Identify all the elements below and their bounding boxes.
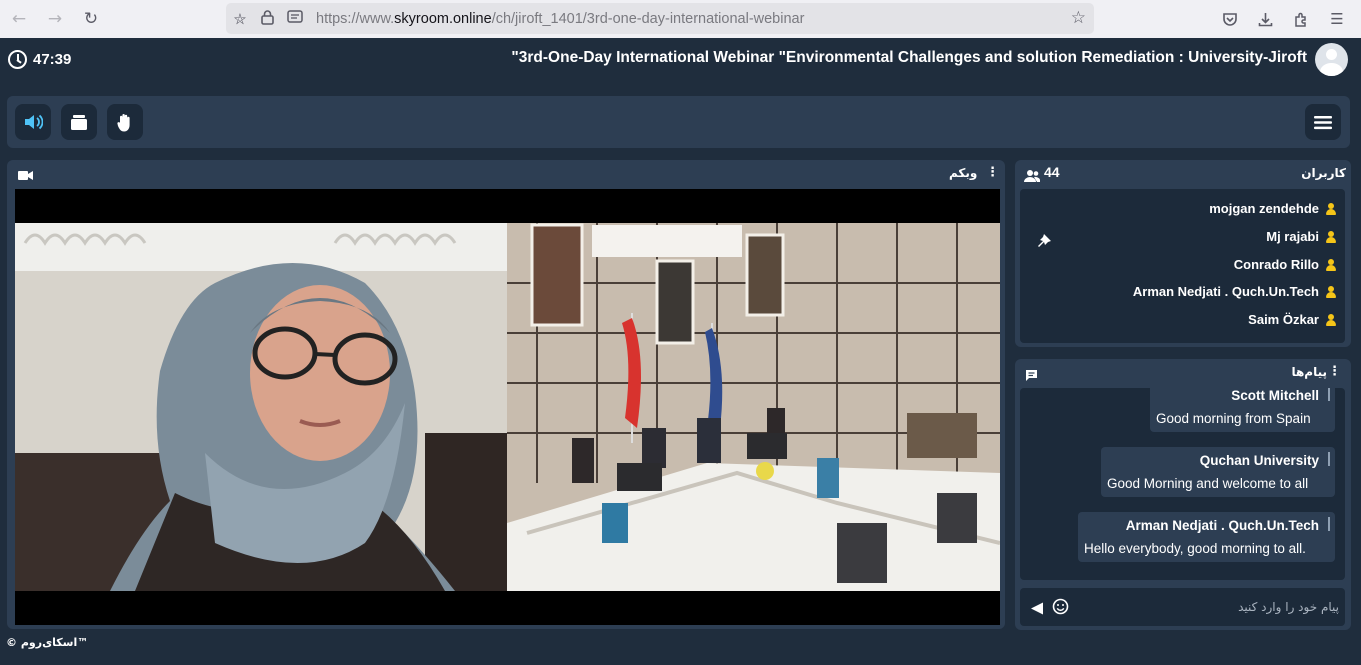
extensions-icon[interactable] <box>1290 8 1312 30</box>
user-name: Mj rajabi <box>1266 229 1319 244</box>
user-icon <box>1325 313 1337 326</box>
footer-brand: © اسکای‌روم™ <box>6 636 89 649</box>
clock-icon <box>8 50 27 69</box>
send-icon[interactable] <box>1030 600 1044 619</box>
reader-view-icon[interactable] <box>287 10 303 29</box>
lock-icon[interactable] <box>261 10 274 29</box>
menu-button[interactable] <box>1305 104 1341 140</box>
users-count: 44 <box>1044 164 1060 180</box>
video-area[interactable] <box>15 189 1000 625</box>
user-icon <box>1325 285 1337 298</box>
messages-panel: ⋮ پیام‌ها Scott Mitchell Good morning fr… <box>1015 359 1351 630</box>
message-item: Quchan University Good Morning and welco… <box>1101 447 1335 497</box>
browser-toolbar: ← → ↻ ⛥ https://www.skyroom.online/ch/ji… <box>0 0 1361 38</box>
media-button[interactable] <box>61 104 97 140</box>
raise-hand-button[interactable] <box>107 104 143 140</box>
webcam-kebab-icon[interactable]: ⋮ <box>986 165 999 180</box>
user-name: Arman Nedjati . Quch.Un.Tech <box>1132 284 1319 299</box>
app-menu-icon[interactable]: ☰ <box>1326 8 1348 30</box>
message-text: Good Morning and welcome to all <box>1107 476 1309 491</box>
user-icon <box>1325 230 1337 243</box>
address-bar[interactable]: ⛥ https://www.skyroom.online/ch/jiroft_1… <box>226 3 1094 34</box>
message-sender: Quchan University <box>1199 453 1319 468</box>
downloads-icon[interactable] <box>1254 8 1276 30</box>
users-list[interactable]: mojgan zendehde Mj rajabi Conrado Rillo … <box>1020 189 1345 343</box>
webcam-title: وبکم <box>949 166 978 180</box>
user-row[interactable]: Conrado Rillo <box>1234 257 1337 272</box>
user-name: Saim Özkar <box>1248 312 1319 327</box>
app-header: 47:39 "3rd-One-Day International Webinar… <box>0 38 1361 81</box>
user-row[interactable]: Saim Özkar <box>1248 312 1337 327</box>
emoji-icon[interactable] <box>1052 598 1069 619</box>
user-icon <box>1325 202 1337 215</box>
video-camera-icon[interactable] <box>18 166 34 185</box>
pin-icon[interactable] <box>1036 232 1051 251</box>
users-group-icon <box>1024 167 1041 186</box>
message-item: Arman Nedjati . Quch.Un.Tech Hello every… <box>1078 512 1335 562</box>
message-text: Hello everybody, good morning to all. <box>1084 541 1306 556</box>
speaker-button[interactable] <box>15 104 51 140</box>
camera-roll-icon <box>71 114 87 130</box>
avatar[interactable] <box>1315 43 1348 76</box>
forward-icon[interactable]: → <box>44 8 66 30</box>
webcam-panel: ⋮ وبکم <box>7 160 1005 629</box>
users-panel: کاربران 44 mojgan zendehde Mj rajabi Con… <box>1015 160 1351 347</box>
message-text: Good morning from Spain <box>1156 411 1311 426</box>
user-name: mojgan zendehde <box>1209 201 1319 216</box>
speaker-icon <box>25 114 43 130</box>
control-toolbar <box>7 96 1350 148</box>
raise-hand-icon <box>117 113 130 131</box>
session-timer: 47:39 <box>8 50 71 69</box>
pocket-icon[interactable] <box>1219 8 1241 30</box>
user-row[interactable]: Arman Nedjati . Quch.Un.Tech <box>1133 284 1337 299</box>
users-title: کاربران <box>1301 166 1346 180</box>
timer-value: 47:39 <box>33 51 72 68</box>
url-text: https://www.skyroom.online/ch/jiroft_140… <box>316 10 805 27</box>
user-name: Conrado Rillo <box>1233 257 1319 272</box>
user-icon <box>1325 258 1337 271</box>
message-composer <box>1020 588 1345 626</box>
chat-bubble-icon <box>1025 366 1038 385</box>
shield-icon[interactable]: ⛥ <box>234 10 246 28</box>
message-sender: Arman Nedjati . Quch.Un.Tech <box>1125 518 1319 533</box>
messages-list[interactable]: Scott Mitchell Good morning from Spain Q… <box>1020 388 1345 580</box>
message-sender: Scott Mitchell <box>1231 388 1319 403</box>
message-input[interactable] <box>1109 598 1339 616</box>
messages-kebab-icon[interactable]: ⋮ <box>1328 364 1341 379</box>
menu-icon <box>1314 115 1332 129</box>
reload-icon[interactable]: ↻ <box>80 8 102 30</box>
bookmark-star-icon[interactable]: ☆ <box>1071 8 1086 28</box>
user-row[interactable]: Mj rajabi <box>1266 229 1337 244</box>
message-item: Scott Mitchell Good morning from Spain <box>1150 388 1335 432</box>
back-icon[interactable]: ← <box>8 8 30 30</box>
user-row[interactable]: mojgan zendehde <box>1209 201 1337 216</box>
messages-title: پیام‌ها <box>1291 365 1327 379</box>
conference-room-video-feed <box>507 223 1000 591</box>
presenter-video-feed <box>15 223 507 591</box>
room-title: "3rd-One-Day International Webinar "Envi… <box>511 49 1307 66</box>
